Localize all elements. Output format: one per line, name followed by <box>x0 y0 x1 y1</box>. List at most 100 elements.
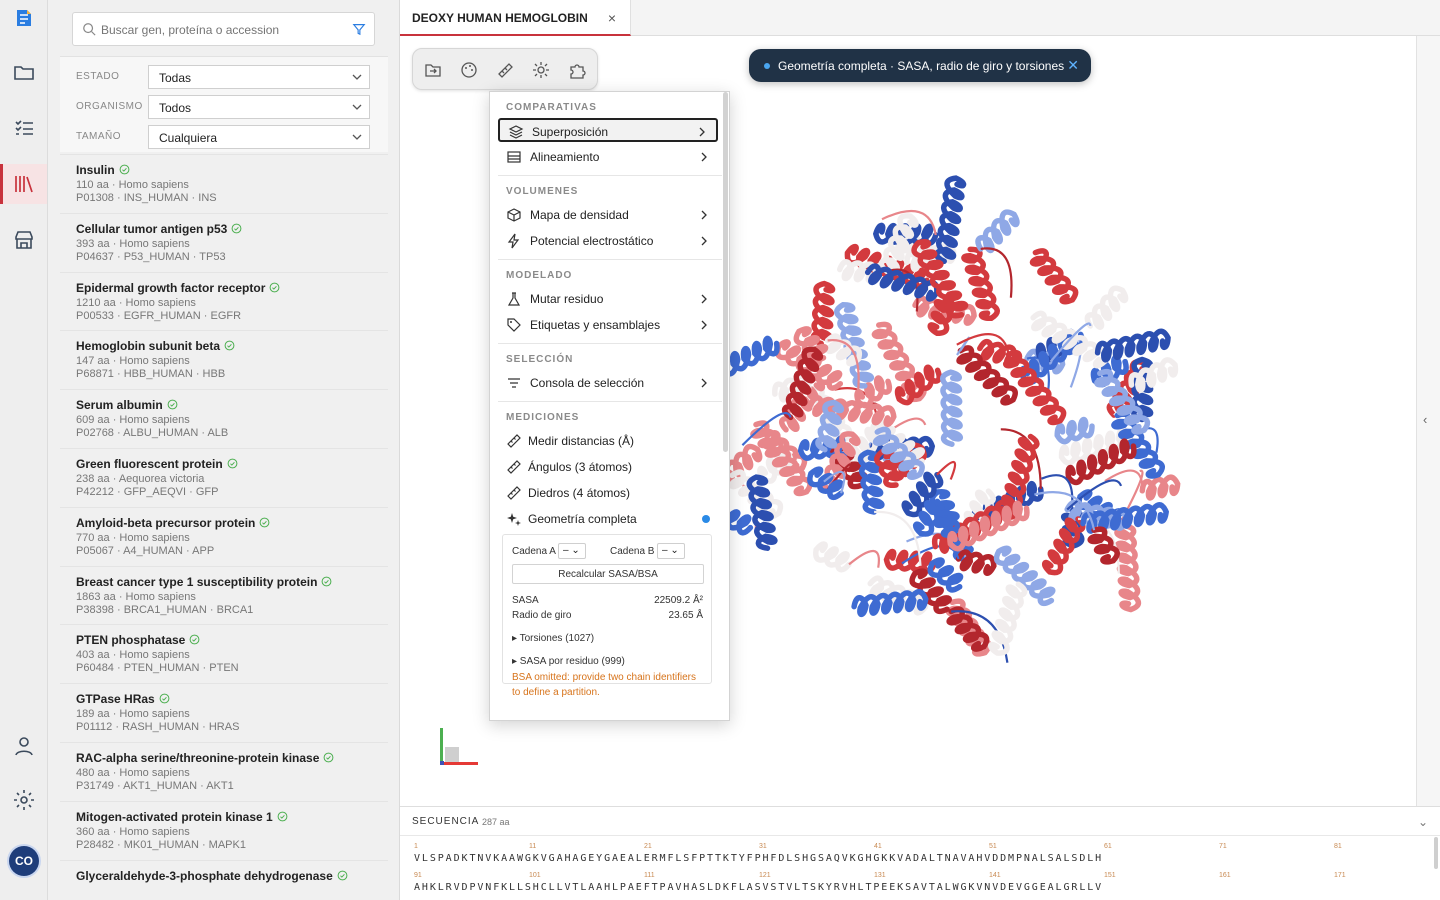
menu-item-etiquetas[interactable]: Etiquetas y ensamblajes <box>498 313 718 337</box>
menu-item-consola[interactable]: Consola de selección <box>498 371 718 395</box>
helix-segment <box>940 369 964 447</box>
store-icon[interactable] <box>12 228 36 252</box>
protein-meta: 110 aa · Homo sapiens <box>76 179 189 191</box>
protein-name: Insulin <box>76 163 372 177</box>
filter-row-tamano: TAMAÑO Cualquiera <box>60 125 388 149</box>
search-input[interactable] <box>101 20 341 40</box>
menu-item-superposicion[interactable]: Superposición <box>498 118 718 142</box>
organismo-select[interactable]: Todos <box>148 95 370 119</box>
axes-gizmo <box>440 728 478 765</box>
protein-list-item[interactable]: Epidermal growth factor receptor 1210 aa … <box>60 271 388 331</box>
menu-divider <box>498 259 722 260</box>
palette-icon[interactable] <box>459 60 479 80</box>
puzzle-icon[interactable] <box>567 60 587 80</box>
protein-list-item[interactable]: Breast cancer type 1 susceptibility prot… <box>60 565 388 625</box>
protein-list-item[interactable]: Serum albumin 609 aa · Homo sapiens P02768… <box>60 389 388 448</box>
sequence-position-number: 161 <box>1219 872 1231 879</box>
menu-item-angulos[interactable]: Ángulos (3 átomos) <box>498 455 718 479</box>
menu-scrollbar[interactable] <box>723 92 728 452</box>
chevron-right-icon <box>699 127 705 137</box>
helix-ribbon <box>955 549 997 576</box>
protein-list-item[interactable]: Hemoglobin subunit beta 147 aa · Homo sap… <box>60 330 388 389</box>
torsions-toggle[interactable]: ▸ Torsiones (1027) <box>512 633 594 644</box>
sequence-position-number: 171 <box>1334 872 1346 879</box>
filter-lines-icon <box>508 378 520 388</box>
protein-name: Epidermal growth factor receptor <box>76 281 372 295</box>
menu-item-label: Potencial electrostático <box>530 234 654 248</box>
import-icon[interactable] <box>423 60 443 80</box>
helix-segment <box>1029 248 1079 305</box>
protein-list-item[interactable]: PTEN phosphatase 403 aa · Homo sapiens P60… <box>60 624 388 683</box>
menu-item-distancias[interactable]: Medir distancias (Å) <box>498 429 718 453</box>
filter-icon[interactable] <box>352 22 366 36</box>
sequence-position-number: 131 <box>874 872 886 879</box>
helix-segment <box>1139 474 1181 501</box>
flask-icon <box>507 292 521 306</box>
viewer-toolbar <box>412 48 598 90</box>
sequence-position-number: 21 <box>644 843 652 850</box>
protein-name: Green fluorescent protein <box>76 457 372 471</box>
app-logo-icon[interactable] <box>12 6 36 30</box>
menu-divider <box>498 343 722 344</box>
estado-select[interactable]: Todas <box>148 65 370 89</box>
protein-meta: 403 aa · Homo sapiens <box>76 649 190 662</box>
menu-item-potencial[interactable]: Potencial electrostático <box>498 229 718 253</box>
protein-list-item[interactable]: GTPase HRas 189 aa · Homo sapiens P01112 ·… <box>60 683 388 742</box>
menu-item-label: Ángulos (3 átomos) <box>528 460 633 474</box>
chevron-left-icon[interactable]: ‹ <box>1423 412 1427 427</box>
chevron-down-icon[interactable]: ⌄ <box>1418 815 1428 829</box>
rg-label: Radio de giro <box>512 610 572 621</box>
sasa-residue-toggle[interactable]: ▸ SASA por residuo (999) <box>512 656 625 667</box>
recalc-button[interactable]: Recalcular SASA/BSA <box>512 564 704 584</box>
menu-item-geometria[interactable]: Geometría completa <box>498 507 718 531</box>
protein-list-item[interactable]: Insulin 110 aa · Homo sapiens P01308 · INS… <box>60 154 388 213</box>
library-icon[interactable] <box>12 172 36 196</box>
menu-item-densidad[interactable]: Mapa de densidad <box>498 203 718 227</box>
protein-name: Breast cancer type 1 susceptibility prot… <box>76 575 372 589</box>
tamano-select[interactable]: Cualquiera <box>148 125 370 149</box>
sequence-position-number: 141 <box>989 872 1001 879</box>
verified-check-icon <box>269 282 280 292</box>
sequence-row-2[interactable]: AHKLRVDPVNFKLLSHCLLVTLAAHLPAEFTPAVHASLDK… <box>414 882 1103 893</box>
ruler-icon[interactable] <box>495 60 515 80</box>
sequence-scrollbar[interactable] <box>1434 837 1438 869</box>
chain-b-select[interactable]: – ⌄ <box>657 543 685 559</box>
close-icon[interactable]: ✕ <box>1067 57 1079 74</box>
protein-list-item[interactable]: Glyceraldehyde-3-phosphate dehydrogenase <box>60 859 388 900</box>
helix-ribbon <box>810 280 836 347</box>
folder-icon[interactable] <box>12 60 36 84</box>
protein-accession: P04637 · P53_HUMAN · TP53 <box>76 250 226 263</box>
menu-item-label: Mapa de densidad <box>530 208 629 222</box>
protein-list-item[interactable]: Cellular tumor antigen p53 393 aa · Homo … <box>60 212 388 272</box>
user-icon[interactable] <box>12 734 36 758</box>
sequence-row-1[interactable]: VLSPADKTNVKAAWGKVGAHAGEYGAEALERMFLSFPTTK… <box>414 853 1103 864</box>
filter-label: ESTADO <box>76 71 120 82</box>
menu-item-alineamiento[interactable]: Alineamiento <box>498 145 718 169</box>
search-box[interactable] <box>72 12 375 46</box>
menu-item-mutar[interactable]: Mutar residuo <box>498 287 718 311</box>
verified-check-icon <box>159 693 170 704</box>
avatar[interactable]: CO <box>9 846 39 876</box>
protein-list-item[interactable]: Amyloid-beta precursor protein 770 aa · H… <box>60 506 388 566</box>
active-dot <box>702 515 710 523</box>
close-icon[interactable]: × <box>608 10 616 26</box>
protein-name: Cellular tumor antigen p53 <box>76 222 372 236</box>
chain-a-select[interactable]: – ⌄ <box>558 543 586 559</box>
verified-check-icon <box>167 399 178 410</box>
chevron-down-icon <box>352 74 362 80</box>
protein-accession: P00533 · EGFR_HUMAN · EGFR <box>76 309 242 322</box>
protein-list-item[interactable]: RAC-alpha serine/threonine-protein kinas… <box>60 741 388 801</box>
menu-item-diedros[interactable]: Diedros (4 átomos) <box>498 481 718 505</box>
menu-item-label: Geometría completa <box>528 512 637 526</box>
tasks-icon[interactable] <box>12 116 36 140</box>
filter-panel: ESTADO Todas ORGANISMO Todos TAMAÑO Cual… <box>60 56 388 152</box>
helix-segment <box>1114 522 1142 613</box>
layers-icon <box>508 125 524 139</box>
tab-structure[interactable]: DEOXY HUMAN HEMOGLOBIN × <box>400 0 631 36</box>
protein-list-item[interactable]: Green fluorescent protein 238 aa · Aequor… <box>60 447 388 507</box>
protein-list-item[interactable]: Mitogen-activated protein kinase 1 360 aa… <box>60 800 388 860</box>
gear-icon[interactable] <box>12 788 36 812</box>
sun-icon[interactable] <box>531 60 551 80</box>
right-collapse-gutter[interactable]: ‹ <box>1416 36 1440 806</box>
helix-segment <box>1094 328 1171 363</box>
